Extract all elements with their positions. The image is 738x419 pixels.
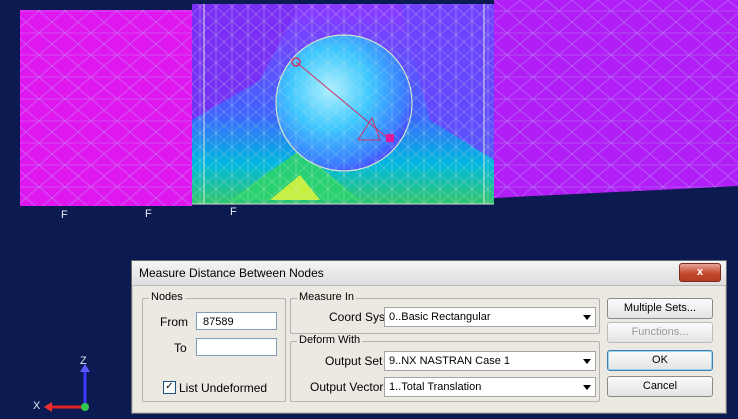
dialog-titlebar[interactable]: Measure Distance Between Nodes x	[132, 261, 726, 286]
axis-x-label: X	[33, 400, 41, 412]
left-plate	[20, 10, 192, 206]
measure-in-group-label: Measure In	[297, 291, 357, 303]
list-undeformed-label: List Undeformed	[179, 381, 268, 395]
axis-z-label: Z	[80, 355, 87, 367]
output-set-value: 9..NX NASTRAN Case 1	[389, 355, 511, 367]
nodes-group-label: Nodes	[149, 291, 185, 303]
output-vector-label: Output Vector	[310, 380, 384, 394]
deform-with-group: Deform With Output Set 9..NX NASTRAN Cas…	[290, 334, 600, 402]
measure-in-group: Measure In Coord Sys 0..Basic Rectangula…	[290, 291, 600, 334]
measure-distance-dialog: Measure Distance Between Nodes x Nodes F…	[131, 260, 727, 414]
checkmark-icon: ✓	[165, 381, 174, 392]
output-vector-select[interactable]: 1..Total Translation	[384, 377, 596, 397]
coord-sys-value: 0..Basic Rectangular	[389, 311, 491, 323]
force-marker-3: F	[230, 206, 237, 218]
output-vector-value: 1..Total Translation	[389, 381, 482, 393]
close-button[interactable]: x	[679, 263, 721, 282]
from-node-input[interactable]: 87589	[196, 312, 277, 330]
chevron-down-icon	[583, 315, 591, 320]
multiple-sets-button[interactable]: Multiple Sets...	[607, 298, 713, 319]
chevron-down-icon	[583, 359, 591, 364]
to-label: To	[174, 341, 187, 355]
list-undeformed-checkbox[interactable]: ✓	[163, 381, 176, 394]
output-set-label: Output Set	[325, 354, 383, 368]
right-plate	[494, 0, 738, 198]
force-marker-1: F	[61, 209, 68, 221]
chevron-down-icon	[583, 385, 591, 390]
ok-button[interactable]: OK	[607, 350, 713, 371]
from-label: From	[160, 315, 188, 329]
sphere-body	[275, 34, 413, 172]
coord-sys-label: Coord Sys	[329, 310, 386, 324]
to-node-input[interactable]	[196, 338, 277, 356]
deform-with-group-label: Deform With	[297, 334, 363, 346]
force-marker-2: F	[145, 208, 152, 220]
close-icon: x	[696, 266, 704, 278]
nodes-group: Nodes From 87589 To ✓ List Undeformed	[142, 291, 286, 402]
functions-button[interactable]: Functions...	[607, 322, 713, 343]
cancel-button[interactable]: Cancel	[607, 376, 713, 397]
coord-sys-select[interactable]: 0..Basic Rectangular	[384, 307, 596, 327]
dialog-title: Measure Distance Between Nodes	[139, 266, 324, 280]
output-set-select[interactable]: 9..NX NASTRAN Case 1	[384, 351, 596, 371]
